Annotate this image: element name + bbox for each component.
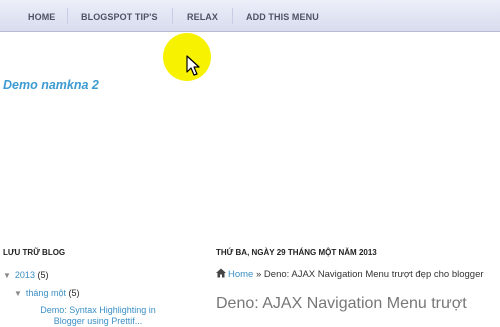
archive-month-row: ▼ tháng một (5) bbox=[14, 288, 79, 298]
post-date-header: THỨ BA, NGÀY 29 THÁNG MỘT NĂM 2013 bbox=[216, 248, 377, 257]
breadcrumb-current: Deno: AJAX Navigation Menu trượt đẹp cho… bbox=[263, 269, 484, 280]
nav-bar: HOME BLOGSPOT TIP'S RELAX ADD THIS MENU bbox=[0, 0, 500, 32]
expand-triangle-icon[interactable]: ▼ bbox=[14, 289, 22, 298]
archive-month-link[interactable]: tháng một bbox=[26, 288, 66, 298]
nav-divider bbox=[172, 8, 173, 24]
breadcrumb-separator: » bbox=[255, 269, 262, 280]
breadcrumb-home-link[interactable]: Home bbox=[228, 269, 253, 280]
home-icon[interactable] bbox=[216, 268, 226, 278]
nav-divider bbox=[67, 8, 68, 24]
post-title[interactable]: Deno: AJAX Navigation Menu trượt bbox=[216, 295, 467, 313]
archive-post-line2: Blogger using Prettif... bbox=[53, 316, 143, 326]
expand-triangle-icon[interactable]: ▼ bbox=[3, 271, 11, 280]
blog-title[interactable]: Demo namkna 2 bbox=[3, 78, 99, 92]
archive-post-line1: Demo: Syntax Highlighting in bbox=[40, 305, 156, 315]
archive-month-count: (5) bbox=[68, 288, 80, 298]
nav-item-relax[interactable]: RELAX bbox=[187, 12, 218, 22]
archive-year-link[interactable]: 2013 bbox=[15, 270, 35, 280]
archive-post-link[interactable]: Demo: Syntax Highlighting in Blogger usi… bbox=[24, 305, 172, 327]
nav-item-blogspot-tips[interactable]: BLOGSPOT TIP'S bbox=[81, 12, 158, 22]
nav-divider bbox=[232, 8, 233, 24]
nav-item-home[interactable]: HOME bbox=[28, 12, 55, 22]
mouse-pointer-icon bbox=[186, 55, 200, 76]
nav-item-add-this-menu[interactable]: ADD THIS MENU bbox=[246, 12, 319, 22]
archive-year-count: (5) bbox=[37, 270, 49, 280]
breadcrumb: Home » Deno: AJAX Navigation Menu trượt … bbox=[216, 268, 484, 280]
sidebar-heading: LƯU TRỮ BLOG bbox=[3, 248, 66, 257]
archive-year-row: ▼ 2013 (5) bbox=[3, 270, 48, 280]
